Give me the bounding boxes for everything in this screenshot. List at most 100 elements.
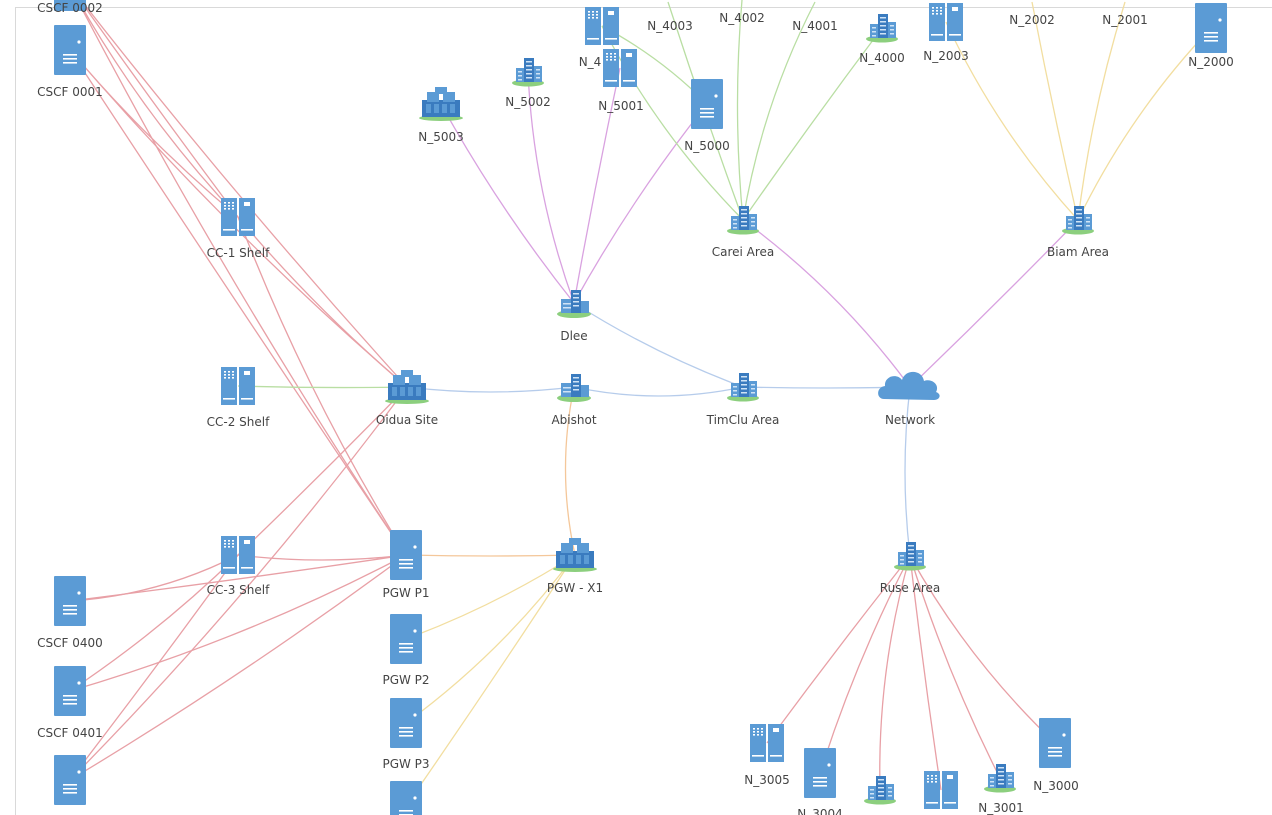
link-dlee-timclu[interactable]: [573, 302, 744, 388]
node-n4000[interactable]: [866, 14, 898, 43]
node-label: CSCF 0002: [37, 1, 103, 15]
node-label: CC-3 Shelf: [207, 583, 270, 597]
campus-icon: [557, 290, 591, 318]
node-label: CSCF 0001: [37, 85, 103, 99]
node-label: Carei Area: [712, 245, 775, 259]
server-icon: [54, 755, 86, 805]
node-carei[interactable]: [727, 206, 759, 235]
building-icon: [727, 373, 759, 402]
node-n3004[interactable]: [804, 748, 836, 798]
server-icon: [390, 698, 422, 748]
node-pgwp4[interactable]: [390, 781, 422, 815]
node-n3000[interactable]: [1039, 718, 1071, 768]
link-cscf0401-cc3[interactable]: [69, 554, 239, 692]
node-label: CSCF 0401: [37, 726, 103, 740]
server-icon: [390, 614, 422, 664]
link-abishot-timclu[interactable]: [573, 386, 744, 397]
node-ruse[interactable]: [894, 542, 926, 571]
node-label: N_3000: [1033, 779, 1079, 793]
node-label: N_5002: [505, 95, 551, 109]
building-icon: [894, 542, 926, 571]
node-label: CC-1 Shelf: [207, 246, 270, 260]
node-label: PGW - X1: [547, 581, 603, 595]
link-n2002-biam[interactable]: [1031, 1, 1079, 221]
campus-icon: [557, 374, 591, 402]
server-icon: [390, 530, 422, 580]
building-icon: [512, 58, 544, 87]
link-pgwp2-pgwx1[interactable]: [405, 554, 576, 640]
node-n3001[interactable]: [984, 764, 1016, 793]
node-label: N_3004: [797, 807, 843, 815]
node-label: N_2003: [923, 49, 969, 63]
node-label: N_4001: [792, 19, 838, 33]
node-n5002[interactable]: [512, 58, 544, 87]
link-oidua-abishot[interactable]: [406, 386, 575, 393]
node-label: N_5000: [684, 139, 730, 153]
node-label: CC-2 Shelf: [207, 415, 270, 429]
node-network[interactable]: [878, 371, 940, 400]
node-label: N_2001: [1102, 13, 1148, 27]
building-icon: [1062, 206, 1094, 235]
link-cc2-oidua[interactable]: [237, 385, 408, 389]
node-n5000[interactable]: [691, 79, 723, 129]
node-pgwp2[interactable]: [390, 614, 422, 664]
node-label: N_3005: [744, 773, 790, 787]
node-label: Biam Area: [1047, 245, 1109, 259]
node-n2000[interactable]: [1195, 3, 1227, 53]
node-label: N_4003: [647, 19, 693, 33]
node-pgwx1[interactable]: [553, 538, 597, 572]
node-label: CSCF 0400: [37, 636, 103, 650]
node-oidua[interactable]: [385, 370, 429, 404]
node-pgwp3[interactable]: [390, 698, 422, 748]
node-label: Ruse Area: [880, 581, 940, 595]
node-abishot[interactable]: [557, 374, 591, 402]
link-cscf0001-cc1[interactable]: [69, 49, 239, 218]
server-icon: [691, 79, 723, 129]
node-biam[interactable]: [1062, 206, 1094, 235]
nodes-layer: CSCF 0002 CSCF 0001 N_4 N_4003 N_4002 N_4001 N…: [37, 0, 1234, 815]
node-label: TimClu Area: [706, 413, 780, 427]
node-cscf0401[interactable]: [54, 666, 86, 716]
node-label: N_4000: [859, 51, 905, 65]
node-pgwp1[interactable]: [390, 530, 422, 580]
server-icon: [390, 781, 422, 815]
site-icon: [385, 370, 429, 404]
network-topology-canvas[interactable]: CSCF 0002 CSCF 0001 N_4 N_4003 N_4002 N_4001 N…: [0, 0, 1272, 815]
building-icon: [727, 206, 759, 235]
link-cc1-pgwp1[interactable]: [237, 216, 407, 556]
link-cscf0002-cc1[interactable]: [70, 0, 239, 218]
server-icon: [54, 666, 86, 716]
building-icon: [864, 776, 896, 805]
node-label: N_2002: [1009, 13, 1055, 27]
node-label: N_4: [579, 55, 602, 69]
node-label: Network: [885, 413, 935, 427]
link-n4002-carei[interactable]: [736, 0, 744, 221]
node-label: PGW P3: [382, 757, 429, 771]
server-icon: [54, 576, 86, 626]
link-pgwp1-pgwx1[interactable]: [405, 554, 576, 557]
node-n3003[interactable]: [864, 776, 896, 805]
node-label: N_5001: [598, 99, 644, 113]
site-icon: [553, 538, 597, 572]
link-cc1-oidua[interactable]: [237, 216, 408, 388]
link-n4001-carei[interactable]: [742, 1, 816, 221]
node-n5003[interactable]: [419, 87, 463, 121]
link-n5000-dlee[interactable]: [573, 103, 708, 304]
link-cscf0401-pgwp1[interactable]: [69, 554, 407, 692]
server-icon: [804, 748, 836, 798]
site-icon: [419, 87, 463, 121]
link-cscf0002-pgwp1[interactable]: [70, 0, 407, 556]
node-label: N_3001: [978, 801, 1024, 815]
node-cscf0402[interactable]: [54, 755, 86, 805]
link-cscf0002-cc1[interactable]: [70, 0, 239, 218]
node-cscf0001[interactable]: [54, 25, 86, 75]
server-icon: [1039, 718, 1071, 768]
node-timclu[interactable]: [727, 373, 759, 402]
link-n2001-biam[interactable]: [1077, 1, 1126, 221]
node-dlee[interactable]: [557, 290, 591, 318]
building-icon: [984, 764, 1016, 793]
node-label: Oidua Site: [376, 413, 438, 427]
node-label: Abishot: [551, 413, 596, 427]
node-cscf0400[interactable]: [54, 576, 86, 626]
link-cscf0001-pgwp1[interactable]: [69, 49, 407, 556]
